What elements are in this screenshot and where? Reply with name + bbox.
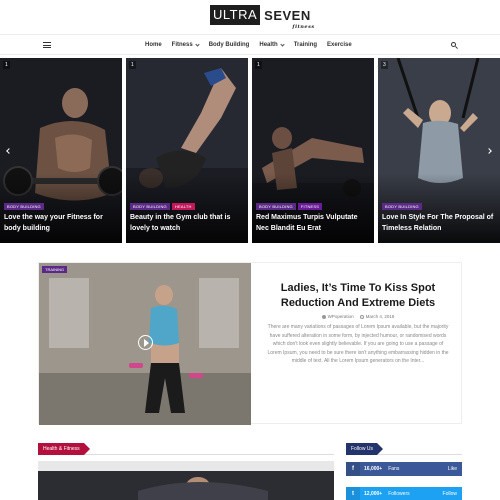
nav-item-health[interactable]: Health: [259, 41, 285, 48]
nav-item-fitness[interactable]: Fitness: [171, 41, 200, 48]
category-section-header: Health & Fitness: [38, 443, 334, 455]
play-video-icon[interactable]: [138, 335, 153, 350]
logo-text-seven: SEVEN fitness: [260, 7, 314, 30]
slide-title[interactable]: Love In Style For The Proposal of Timele…: [382, 212, 498, 234]
featured-post-image[interactable]: TRAINING: [39, 263, 251, 425]
follow-us-header: Follow Us: [346, 443, 462, 455]
user-icon: [321, 314, 326, 319]
featured-post-category-badge[interactable]: TRAINING: [42, 266, 68, 273]
post-date-text: March 4, 2018: [365, 314, 395, 319]
nav-item-label: Training: [293, 42, 318, 48]
slide-1[interactable]: 1 BODY BUILDING Love the way your Fitnes…: [0, 58, 122, 243]
category-badge[interactable]: BODY BUILDING: [382, 203, 422, 210]
slide-badges: BODY BUILDING: [4, 203, 44, 210]
post-date: March 4, 2018: [359, 314, 395, 319]
facebook-icon: f: [346, 462, 360, 476]
slide-title[interactable]: Red Maximus Turpis Vulputate Nec Blandit…: [256, 212, 372, 234]
nav-item-body-building[interactable]: Body Building: [209, 42, 250, 48]
nav-item-label: Fitness: [171, 42, 193, 48]
chevron-down-icon: [195, 41, 200, 47]
twitter-count: 12,000+: [364, 491, 383, 497]
slide-badges: BODY BUILDING HEALTH: [130, 203, 195, 210]
nav-menu: Home Fitness Body Building Health Training Ex…: [145, 35, 352, 55]
category-badge[interactable]: BODY BUILDING: [256, 203, 296, 210]
slide-title[interactable]: Love the way your Fitness for body build…: [4, 212, 120, 234]
post-author[interactable]: WPoperation: [321, 314, 354, 319]
slide-number: 1: [129, 61, 136, 69]
logo-text-seven-label: SEVEN: [264, 7, 311, 23]
twitter-icon: t: [346, 487, 360, 500]
nav-item-label: Exercise: [327, 42, 352, 48]
facebook-follow-row[interactable]: f 16,000+ Fans Like: [346, 462, 462, 476]
category-post-image[interactable]: [38, 461, 334, 500]
logo-text-fitness: fitness: [292, 23, 315, 30]
featured-post-excerpt: There are many variations of passages of…: [267, 324, 449, 364]
featured-slider: 1 BODY BUILDING Love the way your Fitnes…: [0, 58, 500, 243]
slide-3[interactable]: 1 BODY BUILDING FITNESS Red Maximus Turpi…: [252, 58, 374, 243]
facebook-like-button[interactable]: Like: [448, 466, 457, 472]
nav-item-training[interactable]: Training: [294, 42, 317, 48]
logo-text-ultra: ULTRA: [210, 5, 261, 25]
category-image-woman-stretch: [38, 461, 334, 500]
category-badge[interactable]: BODY BUILDING: [130, 203, 170, 210]
post-author-name: WPoperation: [327, 314, 354, 319]
featured-post-meta: WPoperation March 4, 2018: [265, 314, 451, 319]
twitter-follow-row[interactable]: t 12,000+ Followers Follow: [346, 487, 462, 500]
slide-number: 3: [381, 61, 388, 69]
header: ULTRA SEVEN fitness: [0, 0, 500, 34]
slide-badges: BODY BUILDING FITNESS: [256, 203, 323, 210]
slide-title[interactable]: Beauty in the Gym club that is lovely to…: [130, 212, 246, 234]
slide-2[interactable]: 1 BODY BUILDING HEALTH Beauty in the Gym …: [126, 58, 248, 243]
slide-4[interactable]: 3 BODY BUILDING Love In Style For The Pr…: [378, 58, 500, 243]
page: ULTRA SEVEN fitness Home Fitness Body Build…: [0, 0, 500, 500]
site-logo[interactable]: ULTRA SEVEN fitness: [210, 5, 314, 30]
main-navigation: Home Fitness Body Building Health Training Ex…: [0, 34, 500, 55]
category-badge[interactable]: FITNESS: [297, 203, 323, 210]
slide-number: 1: [3, 61, 10, 69]
nav-item-label: Health: [259, 42, 278, 48]
slider-next-arrow-icon[interactable]: [486, 148, 493, 155]
category-badge[interactable]: HEALTH: [171, 203, 195, 210]
featured-post: TRAINING Ladies, It’s Time To Kiss Spot …: [38, 262, 462, 425]
clock-icon: [359, 314, 364, 319]
nav-item-label: Home: [145, 42, 162, 48]
twitter-follow-button[interactable]: Follow: [443, 491, 457, 497]
facebook-unit: Fans: [388, 466, 400, 472]
search-icon[interactable]: [451, 42, 458, 49]
category-section-label[interactable]: Health & Fitness: [38, 443, 90, 455]
follow-us-label: Follow Us: [346, 443, 383, 455]
chevron-down-icon: [280, 41, 285, 47]
hamburger-menu-icon[interactable]: [43, 42, 51, 48]
nav-item-home[interactable]: Home: [145, 42, 162, 48]
slider-prev-arrow-icon[interactable]: [6, 148, 13, 155]
category-badge[interactable]: BODY BUILDING: [4, 203, 44, 210]
slide-badges: BODY BUILDING: [382, 203, 422, 210]
slide-number: 1: [255, 61, 262, 69]
featured-post-title[interactable]: Ladies, It’s Time To Kiss Spot Reduction…: [265, 281, 451, 311]
twitter-unit: Followers: [388, 491, 410, 497]
facebook-count: 16,000+: [364, 466, 383, 472]
nav-item-exercise[interactable]: Exercise: [327, 42, 352, 48]
nav-item-label: Body Building: [208, 42, 250, 48]
